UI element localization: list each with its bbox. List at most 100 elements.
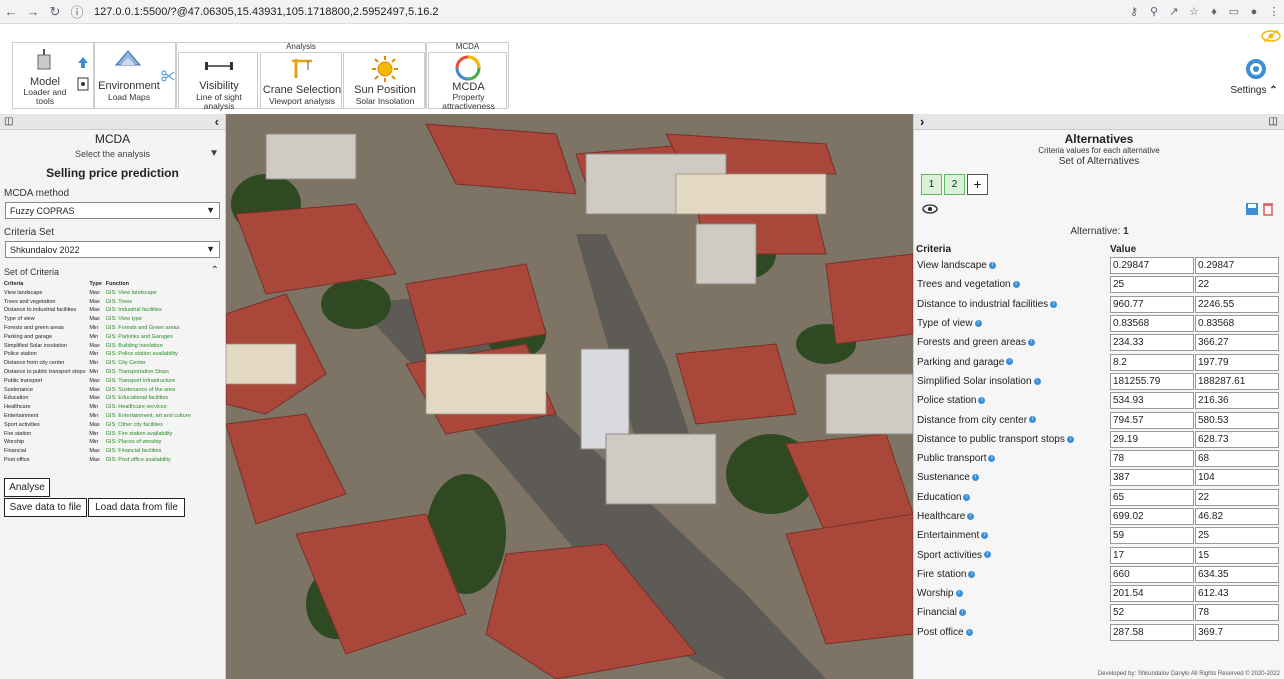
value-input-v2[interactable]: 0.29847 [1195,257,1279,275]
value-input-v1[interactable]: 59 [1110,527,1194,545]
value-input-v1[interactable]: 534.93 [1110,392,1194,410]
info-icon[interactable]: i [959,609,967,617]
value-input-v2[interactable]: 25 [1195,527,1279,545]
value-input-v2[interactable]: 188287.61 [1195,372,1279,390]
value-input-v1[interactable]: 181255.79 [1110,372,1194,390]
info-icon[interactable]: i [963,493,971,501]
value-input-v2[interactable]: 15 [1195,546,1279,564]
value-input-v1[interactable]: 201.54 [1110,585,1194,603]
value-input-v1[interactable]: 960.77 [1110,295,1194,313]
info-icon[interactable]: i [974,319,982,327]
value-input-v2[interactable]: 78 [1195,604,1279,622]
info-icon[interactable]: i [955,590,963,598]
info-icon[interactable]: i [967,512,975,520]
value-input-v2[interactable]: 634.35 [1195,565,1279,583]
info-icon[interactable]: i [978,397,986,405]
info-icon[interactable]: i [1027,339,1035,347]
visibility-button[interactable]: Visibility Line of sight analysis [178,52,258,111]
value-input-v2[interactable]: 22 [1195,488,1279,506]
eye-icon[interactable] [1261,28,1281,44]
star-icon[interactable]: ☆ [1184,2,1204,22]
select-analysis-dropdown[interactable]: Select the analysis ▼ [0,148,225,159]
value-input-v1[interactable]: 234.33 [1110,334,1194,352]
value-input-v2[interactable]: 580.53 [1195,411,1279,429]
settings-button[interactable]: Settings ⌃ [1226,56,1282,96]
share-icon[interactable]: ↗ [1164,2,1184,22]
value-input-v2[interactable]: 46.82 [1195,508,1279,525]
url-bar[interactable]: 127.0.0.1:5500/?@47.06305,15.43931,105.1… [94,6,1124,18]
value-input-v2[interactable]: 104 [1195,469,1279,487]
value-input-v1[interactable]: 25 [1110,276,1194,294]
info-icon[interactable]: i [1033,377,1041,385]
mcda-button[interactable]: MCDA Property attractiveness [428,52,507,111]
delete-icon[interactable] [1262,202,1274,216]
alternative-tab-1[interactable]: 1 [921,174,942,195]
profile-icon[interactable]: ● [1244,2,1264,22]
pin-icon[interactable]: ◫ [4,116,13,127]
value-input-v1[interactable]: 29.19 [1110,430,1194,448]
alternative-tab-2[interactable]: 2 [944,174,965,195]
info-icon[interactable]: i [1050,300,1058,308]
info-icon[interactable]: i [965,628,973,636]
value-input-v1[interactable]: 52 [1110,604,1194,622]
value-input-v2[interactable]: 197.79 [1195,353,1279,371]
reload-icon[interactable]: ↻ [44,1,66,23]
extensions-icon[interactable]: ♦ [1204,2,1224,22]
value-input-v1[interactable]: 287.58 [1110,623,1194,641]
save-icon[interactable] [1245,202,1259,216]
info-icon[interactable]: i [968,570,976,578]
city-3d-view[interactable] [226,114,913,679]
analyse-button[interactable]: Analyse [4,478,50,497]
eye-icon[interactable] [922,203,938,215]
zoom-icon[interactable]: ⚲ [1144,2,1164,22]
value-input-v1[interactable]: 78 [1110,450,1194,468]
collapse-left-icon[interactable]: ‹ [215,114,219,129]
value-input-v1[interactable]: 387 [1110,469,1194,487]
value-input-v2[interactable]: 0.83568 [1195,315,1279,333]
map-viewport[interactable] [226,114,913,679]
value-input-v2[interactable]: 369.7 [1195,623,1279,641]
info-icon[interactable]: i [981,532,989,540]
value-input-v2[interactable]: 366.27 [1195,334,1279,352]
value-input-v2[interactable]: 628.73 [1195,430,1279,448]
info-icon[interactable]: i [1029,416,1037,424]
value-input-v2[interactable]: 68 [1195,450,1279,468]
value-input-v1[interactable]: 8.2 [1110,353,1194,371]
criteria-set-select[interactable]: Shkundalov 2022 ▼ [5,241,220,258]
value-input-v2[interactable]: 22 [1195,276,1279,294]
collapse-right-icon[interactable]: › [920,114,924,129]
add-alternative-button[interactable]: + [967,174,988,195]
value-input-v1[interactable]: 699.02 [1110,508,1194,525]
model-button[interactable]: Model Loader and tools [12,42,94,109]
chevron-up-icon[interactable]: ⌃ [1269,85,1277,96]
value-input-v1[interactable]: 794.57 [1110,411,1194,429]
value-input-v1[interactable]: 0.83568 [1110,315,1194,333]
info-icon[interactable]: i [988,454,996,462]
crane-selection-button[interactable]: Crane Selection Viewport analysis [260,52,342,109]
environment-button[interactable]: Environment Load Maps [94,42,176,109]
value-input-v2[interactable]: 2246.55 [1195,295,1279,313]
value-input-v2[interactable]: 612.43 [1195,585,1279,603]
info-icon[interactable]: i [971,474,979,482]
value-input-v1[interactable]: 65 [1110,488,1194,506]
pin-icon[interactable]: ◫ [1269,116,1278,127]
sun-position-button[interactable]: Sun Position Solar Insolation [343,52,425,109]
info-icon[interactable]: i [1066,435,1074,443]
back-icon[interactable]: ← [0,1,22,23]
info-icon[interactable]: ⓘ [66,1,88,23]
sidebar-icon[interactable]: ▭ [1224,2,1244,22]
value-input-v1[interactable]: 0.29847 [1110,257,1194,275]
value-input-v1[interactable]: 660 [1110,565,1194,583]
mcda-method-select[interactable]: Fuzzy COPRAS ▼ [5,202,220,219]
chevron-up-icon[interactable]: ⌃ [211,265,219,276]
info-icon[interactable]: i [1006,358,1014,366]
key-icon[interactable]: ⚷ [1124,2,1144,22]
info-icon[interactable]: i [984,551,992,559]
value-input-v2[interactable]: 216.36 [1195,392,1279,410]
info-icon[interactable]: i [1012,281,1020,289]
load-data-button[interactable]: Load data from file [88,498,185,517]
value-input-v1[interactable]: 17 [1110,546,1194,564]
forward-icon[interactable]: → [22,1,44,23]
info-icon[interactable]: i [988,262,996,269]
save-data-button[interactable]: Save data to file [4,498,87,517]
